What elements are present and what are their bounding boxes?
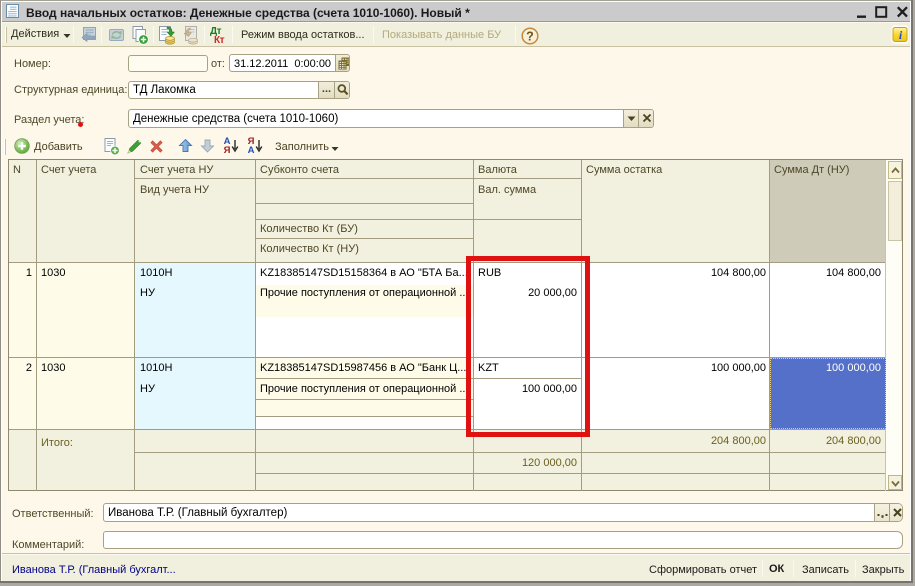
svg-text:?: ? [526,30,534,44]
